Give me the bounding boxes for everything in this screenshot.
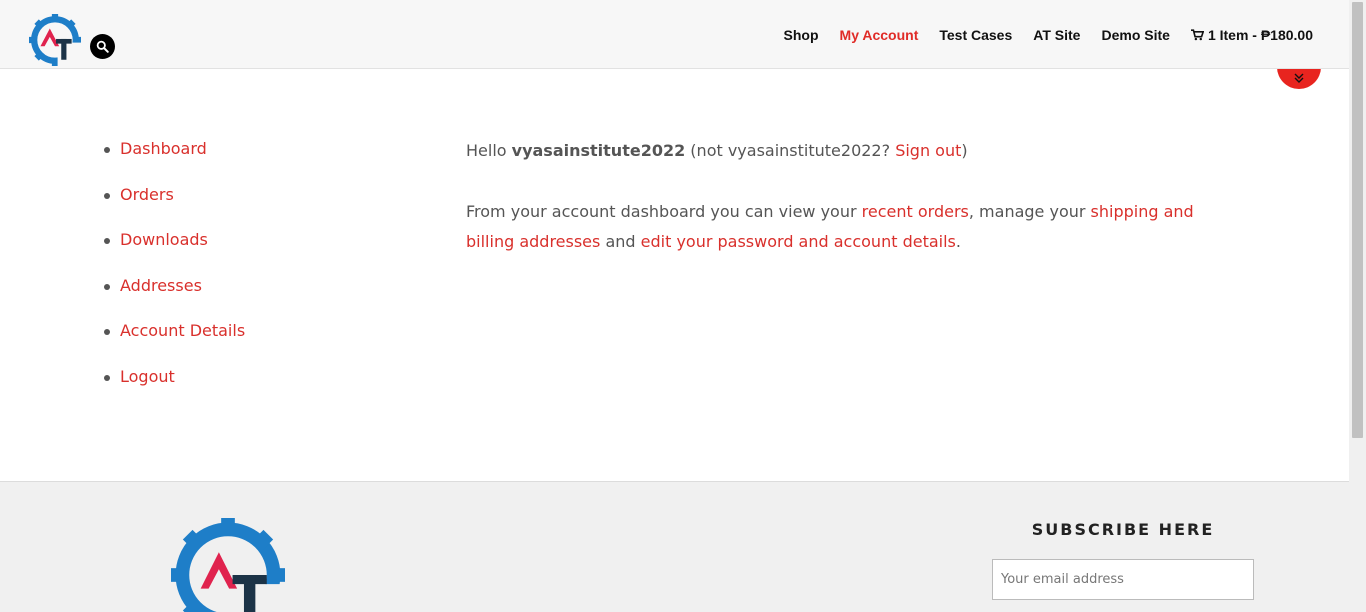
hello-prefix: Hello bbox=[466, 141, 512, 160]
account-nav-item-downloads: Downloads bbox=[104, 227, 245, 273]
account-nav-item-addresses: Addresses bbox=[104, 273, 245, 319]
cart-label: 1 Item - ₱180.00 bbox=[1207, 27, 1313, 43]
nav-at-site[interactable]: AT Site bbox=[1033, 26, 1080, 44]
account-nav-link-addresses[interactable]: Addresses bbox=[120, 276, 202, 295]
account-nav-link-logout[interactable]: Logout bbox=[120, 367, 175, 386]
not-user-suffix: ) bbox=[961, 141, 968, 160]
header-overlap bbox=[1277, 46, 1321, 69]
footer-logo[interactable] bbox=[171, 518, 285, 612]
cart-icon bbox=[1190, 29, 1204, 41]
subscribe-title: SUBSCRIBE HERE bbox=[1031, 520, 1215, 539]
search-button[interactable] bbox=[90, 34, 115, 59]
subscribe-email-input[interactable] bbox=[992, 559, 1254, 600]
account-nav-item-orders: Orders bbox=[104, 182, 245, 228]
site-header: Shop My Account Test Cases AT Site Demo … bbox=[0, 0, 1349, 69]
sign-out-link[interactable]: Sign out bbox=[895, 141, 961, 160]
greeting-paragraph: Hello vyasainstitute2022 (not vyasainsti… bbox=[466, 136, 1226, 166]
account-nav-item-dashboard: Dashboard bbox=[104, 136, 245, 182]
site-footer: SUBSCRIBE HERE bbox=[0, 481, 1349, 612]
account-nav-link-dashboard[interactable]: Dashboard bbox=[120, 139, 207, 158]
main-nav: Shop My Account Test Cases AT Site Demo … bbox=[763, 26, 1313, 44]
nav-test-cases[interactable]: Test Cases bbox=[939, 26, 1012, 44]
search-icon bbox=[96, 40, 109, 53]
nav-cart[interactable]: 1 Item - ₱180.00 bbox=[1190, 26, 1313, 44]
dashboard-intro: From your account dashboard you can view… bbox=[466, 197, 1226, 257]
account-navigation: Dashboard Orders Downloads Addresses Acc… bbox=[104, 136, 245, 410]
recent-orders-link[interactable]: recent orders bbox=[862, 202, 969, 221]
scrollbar-thumb[interactable] bbox=[1352, 2, 1363, 438]
double-chevron-down-icon bbox=[1294, 73, 1304, 83]
account-nav-item-logout: Logout bbox=[104, 364, 245, 410]
intro-end: . bbox=[955, 232, 961, 251]
nav-my-account[interactable]: My Account bbox=[840, 26, 919, 44]
manage-text: , manage your bbox=[968, 202, 1091, 221]
nav-demo-site[interactable]: Demo Site bbox=[1101, 26, 1169, 44]
username: vyasainstitute2022 bbox=[511, 141, 686, 160]
vertical-scrollbar[interactable] bbox=[1349, 0, 1366, 612]
account-details-link[interactable]: edit your password and account details bbox=[641, 232, 956, 251]
site-logo[interactable] bbox=[29, 14, 81, 66]
dashboard-content: Hello vyasainstitute2022 (not vyasainsti… bbox=[466, 136, 1226, 288]
intro-text: From your account dashboard you can view… bbox=[466, 202, 862, 221]
account-nav-link-downloads[interactable]: Downloads bbox=[120, 230, 208, 249]
account-nav-item-account-details: Account Details bbox=[104, 318, 245, 364]
and-text: and bbox=[600, 232, 641, 251]
not-user-prefix: (not vyasainstitute2022? bbox=[685, 141, 896, 160]
account-nav-link-orders[interactable]: Orders bbox=[120, 185, 174, 204]
account-nav-link-account-details[interactable]: Account Details bbox=[120, 321, 245, 340]
nav-shop[interactable]: Shop bbox=[784, 26, 819, 44]
